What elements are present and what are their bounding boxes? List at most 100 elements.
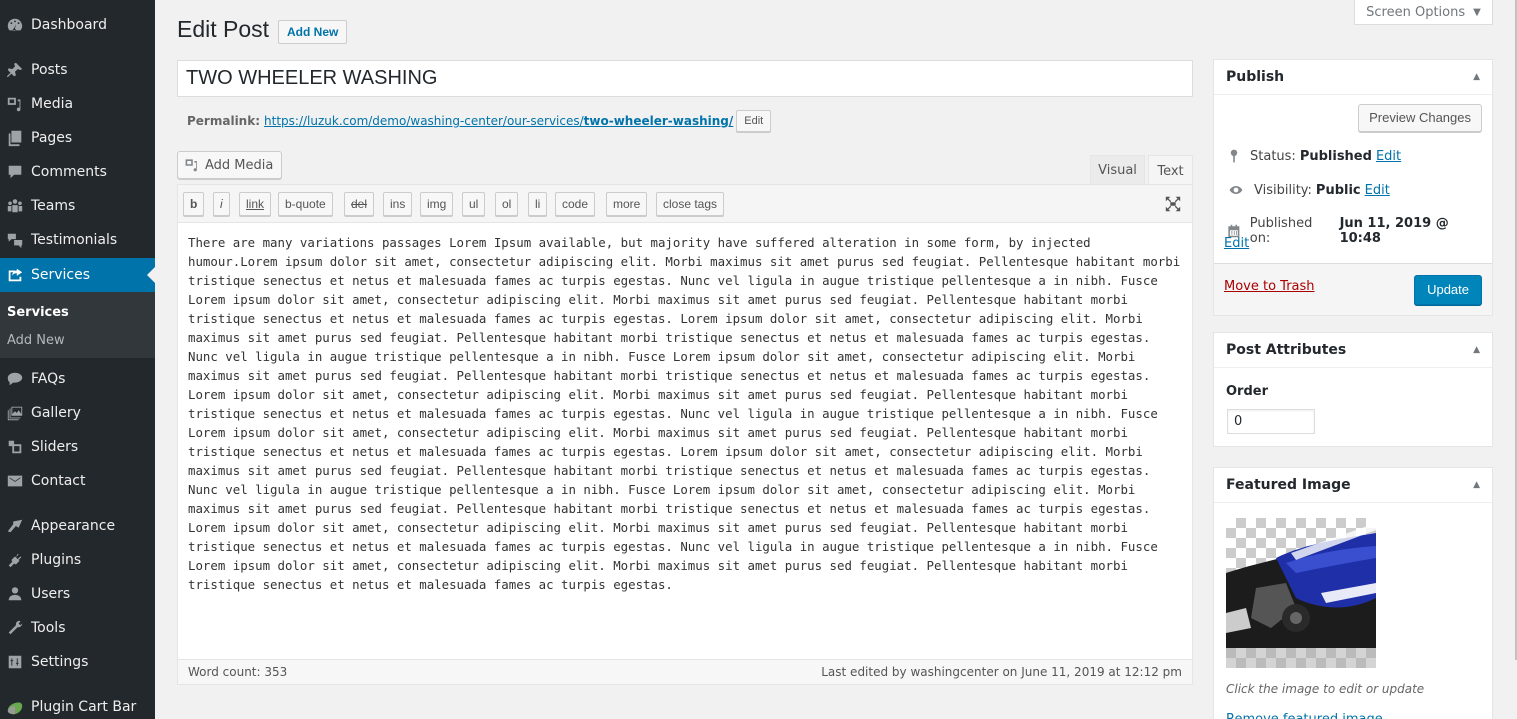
add-media-button[interactable]: Add Media [177,151,283,179]
editor-container: b i link b-quote del ins img ul ol li co… [177,184,1193,685]
sidebar-item-sliders[interactable]: Sliders [0,430,155,464]
qt-close-tags-button[interactable]: close tags [656,192,725,216]
publish-header[interactable]: Publish ▲ [1214,60,1492,95]
sidebar-item-label: Comments [31,164,107,180]
qt-bold-button[interactable]: b [183,192,205,216]
email-icon [5,471,25,491]
qt-italic-button[interactable]: i [213,192,230,216]
qt-del-button[interactable]: del [344,192,375,216]
qt-more-button[interactable]: more [606,192,648,216]
sidebar-item-label: Posts [31,62,68,78]
qt-bquote-button[interactable]: b-quote [278,192,333,216]
visibility-row: Visibility: Public Edit [1226,182,1390,198]
sidebar-item-label: Plugins [31,552,82,568]
publish-title: Publish [1226,69,1285,85]
add-media-label: Add Media [205,157,274,173]
settings-icon [5,652,25,672]
screen-options-button[interactable]: Screen Options ▼ [1354,0,1493,25]
published-on-label: Published on: [1249,216,1313,246]
featured-image-title: Featured Image [1226,477,1351,493]
sidebar-item-dashboard[interactable]: Dashboard [0,8,155,42]
wrench-icon [5,618,25,638]
sidebar-item-appearance[interactable]: Appearance [0,509,155,543]
move-to-trash-link[interactable]: Move to Trash [1224,279,1315,294]
collapse-icon[interactable]: ▲ [1473,345,1480,355]
user-icon [5,584,25,604]
eye-icon [1229,186,1243,194]
content-textarea[interactable]: There are many variations passages Lorem… [188,233,1184,594]
share-icon [5,265,25,285]
featured-image-header[interactable]: Featured Image ▲ [1214,468,1492,503]
featured-image-box: Featured Image ▲ Click the image to edit… [1213,467,1493,719]
sidebar-item-label: Pages [31,130,73,146]
sidebar-item-teams[interactable]: Teams [0,189,155,223]
add-new-button[interactable]: Add New [278,20,348,44]
caret-down-icon: ▼ [1473,6,1481,18]
visibility-edit-link[interactable]: Edit [1365,183,1390,198]
motorcycle-image [1226,523,1376,668]
sidebar-item-faqs[interactable]: FAQs [0,362,155,396]
sidebar-item-label: Media [31,96,74,112]
post-title-input[interactable]: TWO WHEELER WASHING [177,60,1193,97]
featured-image-thumbnail[interactable] [1226,518,1376,668]
permalink-link[interactable]: https://luzuk.com/demo/washing-center/ou… [264,114,733,128]
chat-icon [5,369,25,389]
collapse-icon[interactable]: ▲ [1473,72,1480,82]
testimonial-icon [5,230,25,250]
sidebar-item-label: Users [31,586,71,602]
permalink-edit-button[interactable]: Edit [736,110,772,132]
published-on-value: Jun 11, 2019 @ 10:48 [1339,216,1449,246]
status-edit-link[interactable]: Edit [1376,149,1401,164]
sidebar-item-media[interactable]: Media [0,87,155,121]
qt-ins-button[interactable]: ins [383,192,413,216]
published-on-edit-link[interactable]: Edit [1224,236,1249,251]
visibility-label: Visibility: [1254,182,1312,198]
sidebar-item-plugins[interactable]: Plugins [0,543,155,577]
submenu-item-add-new[interactable]: Add New [7,333,65,348]
qt-ul-button[interactable]: ul [462,192,486,216]
sidebar-item-pages[interactable]: Pages [0,121,155,155]
fullscreen-button[interactable] [1164,195,1184,215]
cart-bar-icon [5,697,25,717]
qt-li-button[interactable]: li [528,192,548,216]
sidebar-item-services[interactable]: Services [0,258,155,292]
sidebar-item-testimonials[interactable]: Testimonials [0,223,155,257]
preview-changes-button[interactable]: Preview Changes [1358,104,1482,132]
update-button[interactable]: Update [1414,275,1482,305]
sidebar-item-plugin-cart-bar[interactable]: Plugin Cart Bar [0,690,155,719]
qt-ol-button[interactable]: ol [495,192,519,216]
services-submenu: Services Add New [0,292,155,358]
sidebar-item-label: Appearance [31,518,116,534]
qt-code-button[interactable]: code [555,192,596,216]
sidebar-item-comments[interactable]: Comments [0,155,155,189]
post-attributes-header[interactable]: Post Attributes ▲ [1214,333,1492,368]
pages-icon [5,128,25,148]
remove-featured-image-link[interactable]: Remove featured image [1226,712,1383,719]
sidebar-item-posts[interactable]: Posts [0,53,155,87]
plugin-icon [5,550,25,570]
tab-text[interactable]: Text [1148,155,1193,186]
sidebar-item-users[interactable]: Users [0,577,155,611]
sidebar-item-label: Services [31,267,91,283]
collapse-icon[interactable]: ▲ [1473,480,1480,490]
sidebar-item-label: Dashboard [31,17,107,33]
sidebar-item-contact[interactable]: Contact [0,464,155,498]
current-indicator [147,267,155,283]
editor-status-bar: Word count: 353 Last edited by washingce… [178,659,1192,684]
sidebar-item-gallery[interactable]: Gallery [0,396,155,430]
status-row: Status: Published Edit [1226,148,1401,164]
sidebar-item-tools[interactable]: Tools [0,611,155,645]
qt-img-button[interactable]: img [420,192,454,216]
visibility-value: Public [1315,182,1361,198]
permalink-label: Permalink: [187,114,261,128]
quicktags-toolbar: b i link b-quote del ins img ul ol li co… [178,185,1192,223]
media-icon [185,159,197,172]
sidebar-item-settings[interactable]: Settings [0,645,155,679]
sidebar-item-label: FAQs [31,371,66,387]
submenu-item-services[interactable]: Services [7,305,69,320]
pin-icon [5,60,25,80]
tab-visual[interactable]: Visual [1090,155,1145,185]
qt-link-button[interactable]: link [239,192,272,216]
last-edited: Last edited by washingcenter on June 11,… [821,665,1182,679]
order-input[interactable]: 0 [1227,409,1315,434]
